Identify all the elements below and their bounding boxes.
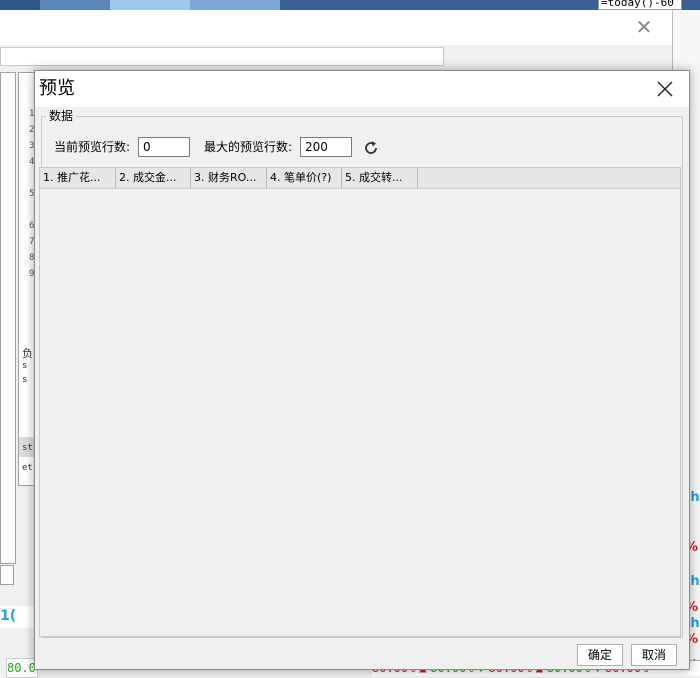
- ok-button[interactable]: 确定: [577, 644, 623, 666]
- column-header[interactable]: 3. 财务RO...: [191, 168, 267, 188]
- preview-grid[interactable]: 1. 推广花... 2. 成交金... 3. 财务RO... 4. 笔单价(?)…: [39, 167, 681, 637]
- dialog-titlebar: 预览: [35, 71, 689, 107]
- current-rows-label: 当前预览行数:: [54, 140, 131, 154]
- close-icon[interactable]: [653, 77, 677, 101]
- refresh-icon[interactable]: [362, 139, 380, 157]
- editor-token: s: [22, 375, 28, 385]
- column-header[interactable]: 5. 成交转...: [342, 168, 418, 188]
- current-rows-input[interactable]: [138, 137, 190, 157]
- data-group-label: 数据: [46, 109, 77, 123]
- max-rows-input[interactable]: [300, 137, 352, 157]
- formula-field[interactable]: =today()-60: [598, 0, 682, 10]
- background-left-panel: [0, 72, 16, 564]
- preview-dialog: 预览 数据 当前预览行数: 最大的预览行数: 1. 推广花... 2. 成交金.…: [34, 70, 690, 670]
- max-rows-label: 最大的预览行数:: [204, 140, 293, 154]
- close-icon[interactable]: ✕: [634, 17, 654, 37]
- background-left-panel-footer: [0, 565, 14, 585]
- editor-token: st: [22, 443, 33, 453]
- column-header[interactable]: 1. 推广花...: [40, 168, 116, 188]
- cancel-button[interactable]: 取消: [631, 644, 677, 666]
- dialog-title: 预览: [39, 78, 75, 99]
- background-dialog-titlebar: ✕: [0, 10, 672, 45]
- editor-token: 负: [22, 347, 33, 360]
- grid-header: 1. 推广花... 2. 成交金... 3. 财务RO... 4. 笔单价(?)…: [40, 168, 680, 189]
- background-top-bar: =today()-60: [0, 0, 700, 10]
- column-header[interactable]: 2. 成交金...: [116, 168, 191, 188]
- column-header[interactable]: 4. 笔单价(?): [267, 168, 342, 188]
- editor-token: s: [22, 361, 28, 371]
- background-badge: 1(: [0, 608, 17, 624]
- background-text-field[interactable]: [0, 47, 444, 66]
- editor-token: et: [22, 463, 33, 473]
